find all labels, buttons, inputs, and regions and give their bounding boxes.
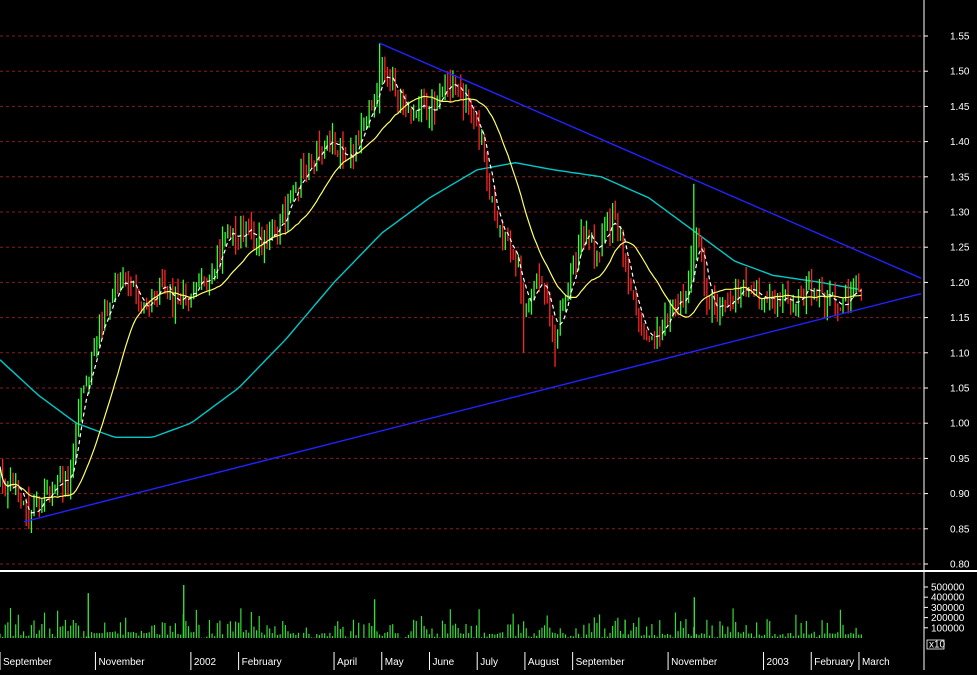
stock-chart: 1.55 1.50 1.45 1.40 1.35 1.30 1.25 1.20 1.15 1.10… — [0, 0, 977, 670]
y-tick-label: 1.05 — [950, 384, 970, 395]
date-label: March — [862, 657, 890, 668]
date-label: 2002 — [194, 657, 217, 668]
y-tick-label: 1.50 — [950, 67, 970, 78]
y-tick-label: 1.15 — [950, 313, 970, 324]
volume-tick-label: 100000 — [931, 623, 965, 634]
y-tick-label: 0.80 — [950, 560, 970, 571]
date-label: September — [3, 657, 53, 668]
y-tick-label: 1.40 — [950, 137, 970, 148]
chart-svg: 1.55 1.50 1.45 1.40 1.35 1.30 1.25 1.20 1.15 1.10… — [0, 0, 977, 670]
date-label: June — [432, 657, 454, 668]
y-tick-label: 1.20 — [950, 278, 970, 289]
volume-scale-badge-text: x10 — [929, 640, 946, 651]
y-tick-label: 0.90 — [950, 489, 970, 500]
date-label: November — [671, 657, 718, 668]
date-label: February — [814, 657, 854, 668]
y-tick-label: 1.00 — [950, 419, 970, 430]
date-label: August — [528, 657, 559, 668]
date-label: May — [385, 657, 404, 668]
date-label: February — [242, 657, 282, 668]
y-tick-label: 1.10 — [950, 348, 970, 359]
y-tick-label: 1.30 — [950, 208, 970, 219]
y-tick-label: 0.95 — [950, 454, 970, 465]
y-tick-label: 1.35 — [950, 172, 970, 183]
date-label: November — [98, 657, 145, 668]
date-label: 2003 — [767, 657, 790, 668]
date-label: September — [576, 657, 626, 668]
y-tick-label: 1.55 — [950, 32, 970, 43]
chart-background — [0, 0, 977, 670]
y-tick-label: 0.85 — [950, 524, 970, 535]
y-tick-label: 1.25 — [950, 243, 970, 254]
date-label: July — [480, 657, 498, 668]
y-tick-label: 1.45 — [950, 102, 970, 113]
date-label: April — [337, 657, 357, 668]
